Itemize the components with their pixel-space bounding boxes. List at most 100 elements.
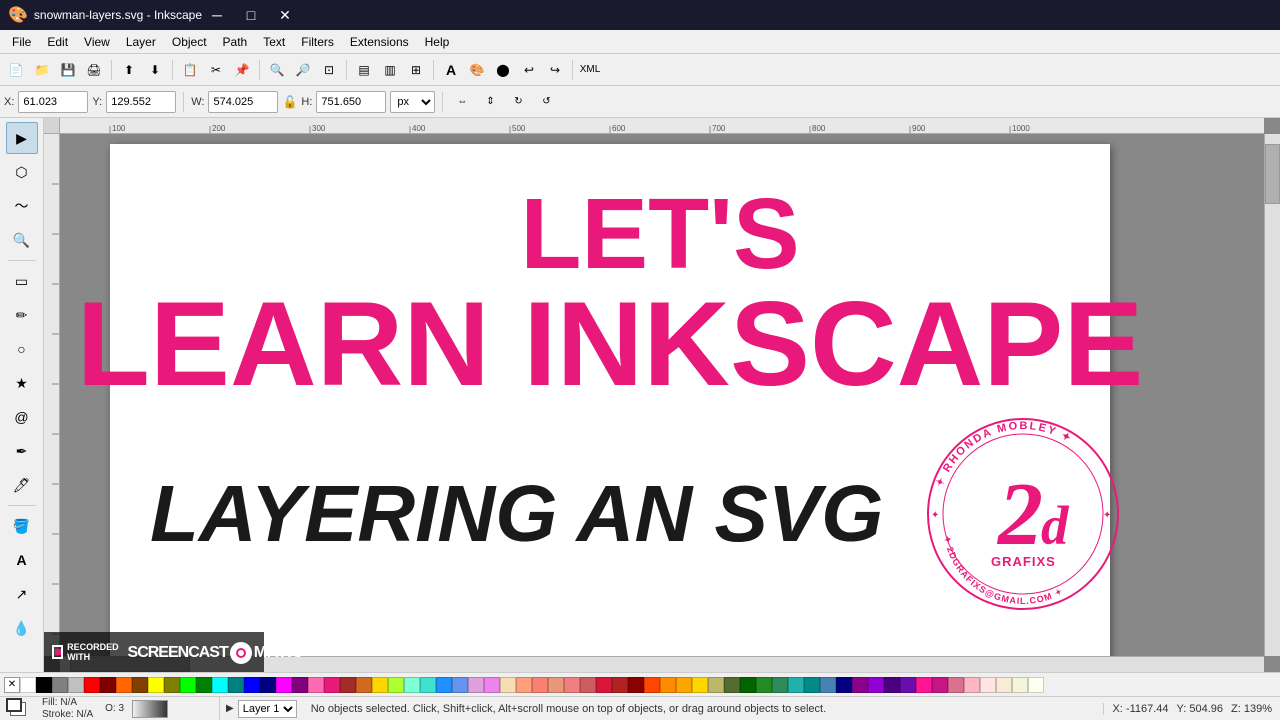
color-swatch-57[interactable] (932, 677, 948, 693)
color-swatch-10[interactable] (180, 677, 196, 693)
color-swatch-18[interactable] (308, 677, 324, 693)
color-swatch-25[interactable] (420, 677, 436, 693)
menu-file[interactable]: File (4, 33, 39, 51)
color-swatch-16[interactable] (276, 677, 292, 693)
paste-button[interactable]: 📌 (230, 58, 254, 82)
color-swatch-7[interactable] (132, 677, 148, 693)
color-swatch-22[interactable] (372, 677, 388, 693)
maximize-button[interactable]: □ (236, 4, 266, 26)
layer-dropdown[interactable]: Layer 1 (238, 700, 297, 718)
color-swatch-20[interactable] (340, 677, 356, 693)
color-swatch-26[interactable] (436, 677, 452, 693)
color-swatch-17[interactable] (292, 677, 308, 693)
color-swatch-45[interactable] (740, 677, 756, 693)
x-input[interactable] (18, 91, 88, 113)
align-button[interactable]: ▤ (352, 58, 376, 82)
color-swatch-24[interactable] (404, 677, 420, 693)
menu-object[interactable]: Object (164, 33, 215, 51)
menu-path[interactable]: Path (215, 33, 256, 51)
pen-tool[interactable]: ✒ (6, 435, 38, 467)
color-swatch-59[interactable] (964, 677, 980, 693)
color-swatch-35[interactable] (580, 677, 596, 693)
canvas-area[interactable]: 100 200 300 400 500 600 700 800 900 1000 (44, 118, 1280, 672)
text-tool-btn[interactable]: A (439, 58, 463, 82)
menu-layer[interactable]: Layer (118, 33, 164, 51)
color-swatch-40[interactable] (660, 677, 676, 693)
flip-h-button[interactable]: ⇔ (450, 90, 474, 114)
color-swatch-19[interactable] (324, 677, 340, 693)
color-swatch-28[interactable] (468, 677, 484, 693)
zoom-in-button[interactable]: 🔍 (265, 58, 289, 82)
color-swatch-39[interactable] (644, 677, 660, 693)
color-swatch-12[interactable] (212, 677, 228, 693)
color-swatch-34[interactable] (564, 677, 580, 693)
paint-bucket-tool[interactable]: 🪣 (6, 510, 38, 542)
rotate-cw-button[interactable]: ↻ (506, 90, 530, 114)
no-color-swatch[interactable]: ✕ (4, 677, 20, 693)
rect-tool[interactable]: ▭ (6, 265, 38, 297)
new-button[interactable]: 📄 (4, 58, 28, 82)
save-button[interactable]: 💾 (56, 58, 80, 82)
color-swatch-58[interactable] (948, 677, 964, 693)
color-swatch-36[interactable] (596, 677, 612, 693)
circle-tool[interactable]: ○ (6, 333, 38, 365)
zoom-tool[interactable]: 🔍 (6, 224, 38, 256)
color-swatch-38[interactable] (628, 677, 644, 693)
fill-btn[interactable]: 🎨 (465, 58, 489, 82)
nodes-btn[interactable]: ⬤ (491, 58, 515, 82)
color-swatch-6[interactable] (116, 677, 132, 693)
cut-button[interactable]: ✂ (204, 58, 228, 82)
color-swatch-31[interactable] (516, 677, 532, 693)
color-swatch-15[interactable] (260, 677, 276, 693)
canvas-inner[interactable]: LET'S LEARN INKSCAPE LAYERING AN SVG (60, 134, 1264, 656)
redo-btn[interactable]: ↪ (543, 58, 567, 82)
lock-icon[interactable]: 🔓 (282, 95, 297, 109)
color-swatch-55[interactable] (900, 677, 916, 693)
w-input[interactable] (208, 91, 278, 113)
color-swatch-46[interactable] (756, 677, 772, 693)
spiral-tool[interactable]: @ (6, 401, 38, 433)
color-swatch-0[interactable] (20, 677, 36, 693)
color-swatch-62[interactable] (1012, 677, 1028, 693)
import-button[interactable]: ⬆ (117, 58, 141, 82)
pencil-tool[interactable]: ✏ (6, 299, 38, 331)
color-swatch-44[interactable] (724, 677, 740, 693)
distribute-button[interactable]: ▥ (378, 58, 402, 82)
text-tool[interactable]: A (6, 544, 38, 576)
color-swatch-14[interactable] (244, 677, 260, 693)
menu-text[interactable]: Text (255, 33, 293, 51)
color-swatch-9[interactable] (164, 677, 180, 693)
color-swatch-63[interactable] (1028, 677, 1044, 693)
menu-extensions[interactable]: Extensions (342, 33, 417, 51)
color-swatch-54[interactable] (884, 677, 900, 693)
color-swatch-3[interactable] (68, 677, 84, 693)
rotate-ccw-button[interactable]: ↺ (534, 90, 558, 114)
copy-button[interactable]: 📋 (178, 58, 202, 82)
node-tool[interactable]: ⬡ (6, 156, 38, 188)
menu-edit[interactable]: Edit (39, 33, 76, 51)
menu-filters[interactable]: Filters (293, 33, 342, 51)
star-tool[interactable]: ★ (6, 367, 38, 399)
color-swatch-13[interactable] (228, 677, 244, 693)
color-swatch-56[interactable] (916, 677, 932, 693)
tweak-tool[interactable]: 〜 (6, 190, 38, 222)
print-button[interactable]: 🖨 (82, 58, 106, 82)
color-swatch-60[interactable] (980, 677, 996, 693)
color-swatch-52[interactable] (852, 677, 868, 693)
color-swatch-2[interactable] (52, 677, 68, 693)
color-swatch-53[interactable] (868, 677, 884, 693)
menu-help[interactable]: Help (417, 33, 458, 51)
calligraphy-tool[interactable]: 🖊 (6, 469, 38, 501)
color-swatch-5[interactable] (100, 677, 116, 693)
color-swatch-49[interactable] (804, 677, 820, 693)
transform-button[interactable]: ⊞ (404, 58, 428, 82)
color-swatch-50[interactable] (820, 677, 836, 693)
connector-tool[interactable]: ↗ (6, 578, 38, 610)
scrollbar-vertical[interactable] (1264, 134, 1280, 656)
undo-btn[interactable]: ↩ (517, 58, 541, 82)
color-swatch-37[interactable] (612, 677, 628, 693)
color-swatch-8[interactable] (148, 677, 164, 693)
menu-view[interactable]: View (76, 33, 118, 51)
color-swatch-48[interactable] (788, 677, 804, 693)
color-swatch-29[interactable] (484, 677, 500, 693)
